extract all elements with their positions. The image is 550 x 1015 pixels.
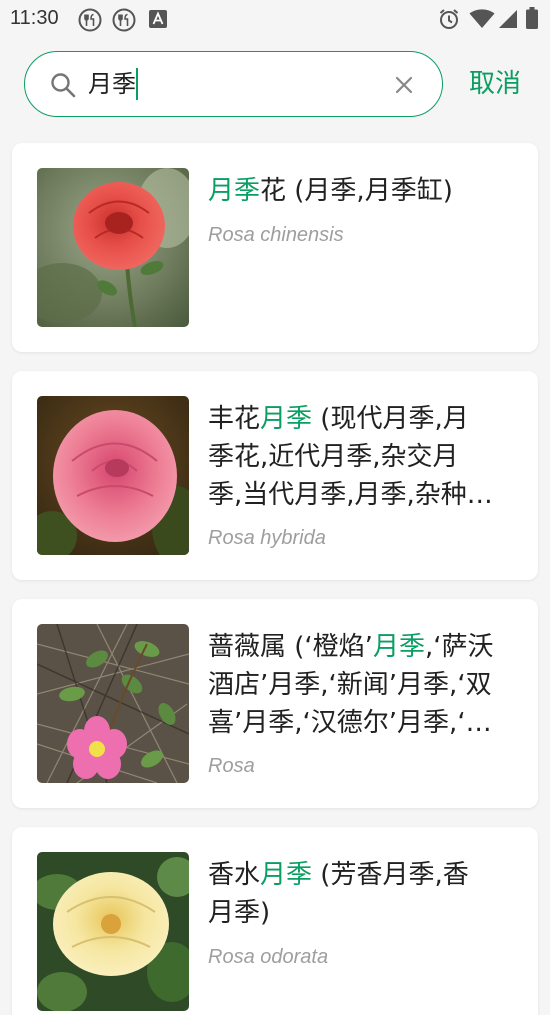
- cancel-button[interactable]: 取消: [469, 66, 521, 102]
- plant-thumbnail: [37, 396, 189, 555]
- plant-scientific-name: Rosa chinensis: [208, 224, 344, 246]
- status-time: 11:30: [10, 7, 59, 29]
- result-card[interactable]: 月季花 (月季,月季缸) Rosa chinensis: [12, 143, 538, 352]
- search-input[interactable]: 月季: [88, 68, 138, 100]
- alarm-icon: [438, 8, 460, 30]
- cellular-signal-icon: [498, 9, 518, 29]
- app-notification-icon: [149, 10, 167, 28]
- title-highlight: 月季: [208, 176, 261, 206]
- title-line: 季花,近代月季,杂交月: [208, 442, 459, 472]
- plant-thumbnail: [37, 168, 189, 327]
- result-card[interactable]: 蔷薇属 (‘橙焰’月季,‘萨沃 酒店’月季,‘新闻’月季,‘双 喜’月季,‘汉德…: [12, 599, 538, 808]
- plant-thumbnail: [37, 852, 189, 1011]
- restaurant-icon: [78, 8, 102, 32]
- title-rest: (现代月季,月: [312, 404, 469, 434]
- plant-scientific-name: Rosa hybrida: [208, 527, 326, 549]
- result-card[interactable]: 香水月季 (芳香月季,香 月季) Rosa odorata: [12, 827, 538, 1015]
- title-rest: ,‘萨沃: [424, 632, 494, 662]
- search-bar[interactable]: 月季: [24, 51, 443, 117]
- search-icon: [50, 72, 76, 102]
- plant-common-name: 蔷薇属 (‘橙焰’月季,‘萨沃 酒店’月季,‘新闻’月季,‘双 喜’月季,‘汉德…: [208, 628, 513, 742]
- plant-scientific-name: Rosa: [208, 755, 255, 777]
- title-highlight: 月季: [260, 404, 313, 434]
- title-highlight: 月季: [372, 632, 425, 662]
- search-query: 月季: [88, 70, 136, 98]
- plant-scientific-name: Rosa odorata: [208, 946, 329, 968]
- title-line: 酒店’月季,‘新闻’月季,‘双: [208, 670, 492, 700]
- title-line: 月季): [208, 898, 271, 928]
- text-cursor: [136, 68, 138, 100]
- title-rest: 花 (月季,月季缸): [260, 176, 453, 206]
- battery-icon: [526, 7, 538, 29]
- result-card[interactable]: 丰花月季 (现代月季,月 季花,近代月季,杂交月 季,当代月季,月季,杂种… R…: [12, 371, 538, 580]
- title-line: 喜’月季,‘汉德尔’月季,‘…: [208, 708, 492, 738]
- title-prefix: 香水: [208, 860, 261, 890]
- wifi-icon: [469, 9, 495, 29]
- plant-common-name: 香水月季 (芳香月季,香 月季): [208, 856, 513, 932]
- plant-thumbnail: [37, 624, 189, 783]
- title-rest: (芳香月季,香: [312, 860, 469, 890]
- title-prefix: 丰花: [208, 404, 261, 434]
- plant-common-name: 月季花 (月季,月季缸): [208, 172, 513, 210]
- title-line: 季,当代月季,月季,杂种…: [208, 480, 493, 510]
- clear-search-icon[interactable]: [394, 75, 414, 99]
- title-prefix: 蔷薇属 (‘橙焰’: [208, 632, 373, 662]
- plant-common-name: 丰花月季 (现代月季,月 季花,近代月季,杂交月 季,当代月季,月季,杂种…: [208, 400, 513, 514]
- status-bar: 11:30: [0, 0, 550, 38]
- title-highlight: 月季: [260, 860, 313, 890]
- restaurant-icon: [112, 8, 136, 32]
